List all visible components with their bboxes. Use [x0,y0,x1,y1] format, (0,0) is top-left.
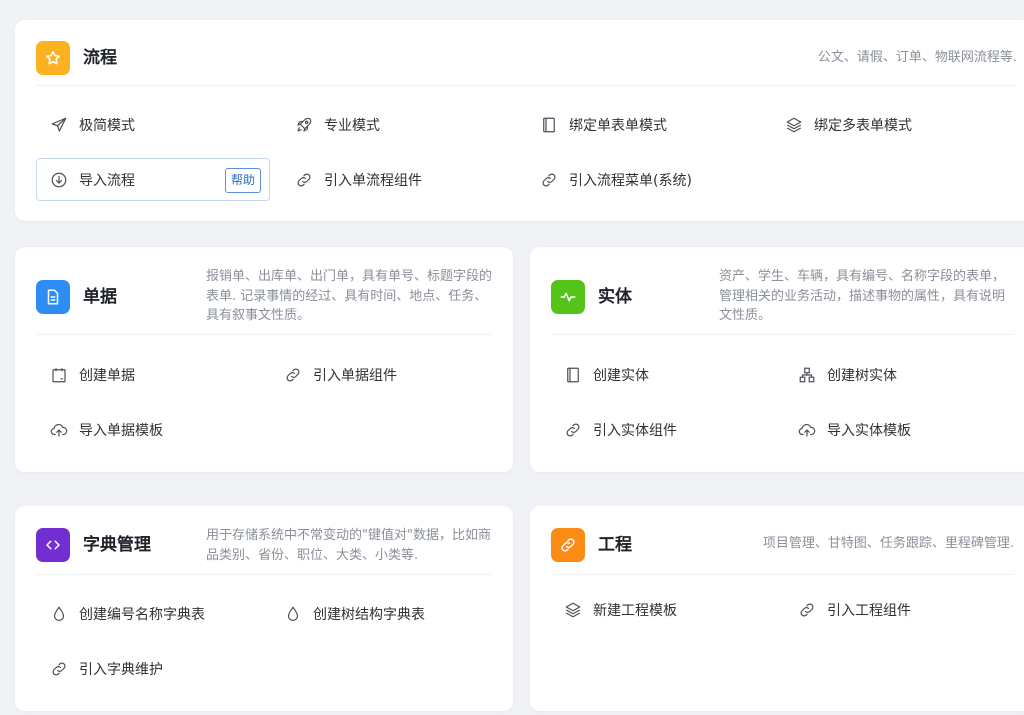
flow-pro-mode-label: 专业模式 [324,118,380,134]
book-icon [563,365,583,385]
link-icon [283,365,303,385]
drop-icon [49,604,69,624]
dictionary-create-code-label: 创建编号名称字典表 [79,607,205,623]
document-card-header: 单据 报销单、出库单、出门单，具有单号、标题字段的表单. 记录事情的经过、具有时… [36,247,492,335]
flow-description: 公文、请假、订单、物联网流程等. [817,50,1017,65]
flow-bind-single-form-label: 绑定单表单模式 [569,118,667,134]
entity-card-header: 实体 资产、学生、车辆，具有编号、名称字段的表单，管理相关的业务活动，描述事物的… [551,247,1014,335]
flow-bind-multi-form-button[interactable]: 绑定多表单模式 [784,108,912,142]
project-component-button[interactable]: 引入工程组件 [797,593,911,627]
flow-menu-button[interactable]: 引入流程菜单(系统) [539,163,692,197]
entity-create-tree-label: 创建树实体 [827,368,897,384]
entity-component-label: 引入实体组件 [593,423,677,439]
project-card: 工程 项目管理、甘特图、任务跟踪、里程碑管理. 新建工程模板 引入工程组件 [530,506,1024,711]
document-component-button[interactable]: 引入单据组件 [283,358,397,392]
entity-create-button[interactable]: 创建实体 [563,358,649,392]
flow-pro-mode-button[interactable]: 专业模式 [294,108,380,142]
flow-import-button[interactable]: 导入流程 帮助 [36,158,270,201]
entity-title: 实体 [598,287,632,307]
flow-title: 流程 [83,48,117,68]
dictionary-create-tree-button[interactable]: 创建树结构字典表 [283,597,425,631]
dictionary-maintain-label: 引入字典维护 [79,662,163,678]
document-component-label: 引入单据组件 [313,368,397,384]
layers-icon [563,600,583,620]
book-icon [539,115,559,135]
link-icon [539,170,559,190]
link-icon [563,420,583,440]
download-circle-icon [49,170,69,190]
flow-single-component-button[interactable]: 引入单流程组件 [294,163,422,197]
flow-menu-label: 引入流程菜单(系统) [569,173,692,189]
send-icon [49,115,69,135]
dictionary-description: 用于存储系统中不常变动的"键值对"数据，比如商品类别、省份、职位、大类、小类等. [206,528,491,563]
dictionary-card: 字典管理 用于存储系统中不常变动的"键值对"数据，比如商品类别、省份、职位、大类… [15,506,513,711]
dictionary-title: 字典管理 [83,535,151,555]
rocket-icon [294,115,314,135]
flow-card-header: 流程 公文、请假、订单、物联网流程等. [36,20,1017,86]
calendar-icon [49,365,69,385]
document-title: 单据 [83,287,117,307]
entity-create-label: 创建实体 [593,368,649,384]
document-create-button[interactable]: 创建单据 [49,358,135,392]
document-create-label: 创建单据 [79,368,135,384]
dictionary-create-code-button[interactable]: 创建编号名称字典表 [49,597,205,631]
flow-card: 流程 公文、请假、订单、物联网流程等. 极简模式 专业模式 绑定单表单模式 绑定… [15,20,1024,221]
flow-import-label: 导入流程 [79,172,135,189]
project-description: 项目管理、甘特图、任务跟踪、里程碑管理. [762,536,1014,551]
dictionary-card-header: 字典管理 用于存储系统中不常变动的"键值对"数据，比如商品类别、省份、职位、大类… [36,506,492,575]
link-icon [49,659,69,679]
document-import-template-label: 导入单据模板 [79,423,163,439]
flow-bind-single-form-button[interactable]: 绑定单表单模式 [539,108,667,142]
sitemap-icon [797,365,817,385]
entity-card: 实体 资产、学生、车辆，具有编号、名称字段的表单，管理相关的业务活动，描述事物的… [530,247,1024,472]
link-icon [294,170,314,190]
document-card: 单据 报销单、出库单、出门单，具有单号、标题字段的表单. 记录事情的经过、具有时… [15,247,513,472]
pulse-icon [551,280,585,314]
flow-bind-multi-form-label: 绑定多表单模式 [814,118,912,134]
cloud-upload-icon [797,420,817,440]
dictionary-maintain-button[interactable]: 引入字典维护 [49,652,163,686]
code-icon [36,528,70,562]
flow-single-component-label: 引入单流程组件 [324,173,422,189]
link-icon [551,528,585,562]
entity-create-tree-button[interactable]: 创建树实体 [797,358,897,392]
layers-icon [784,115,804,135]
entity-component-button[interactable]: 引入实体组件 [563,413,677,447]
project-title: 工程 [598,535,632,555]
flow-simple-mode-button[interactable]: 极简模式 [49,108,135,142]
entity-import-template-button[interactable]: 导入实体模板 [797,413,911,447]
project-new-template-button[interactable]: 新建工程模板 [563,593,677,627]
document-description: 报销单、出库单、出门单，具有单号、标题字段的表单. 记录事情的经过、具有时间、地… [206,269,493,323]
document-import-template-button[interactable]: 导入单据模板 [49,413,163,447]
entity-import-template-label: 导入实体模板 [827,423,911,439]
flow-simple-mode-label: 极简模式 [79,118,135,134]
drop-icon [283,604,303,624]
star-icon [36,41,70,75]
entity-description: 资产、学生、车辆，具有编号、名称字段的表单，管理相关的业务活动，描述事物的属性，… [719,269,1006,323]
link-icon [797,600,817,620]
project-new-template-label: 新建工程模板 [593,603,677,619]
document-icon [36,280,70,314]
cloud-upload-icon [49,420,69,440]
flow-help-button[interactable]: 帮助 [224,168,261,193]
project-card-header: 工程 项目管理、甘特图、任务跟踪、里程碑管理. [551,506,1014,575]
project-component-label: 引入工程组件 [827,603,911,619]
dictionary-create-tree-label: 创建树结构字典表 [313,607,425,623]
